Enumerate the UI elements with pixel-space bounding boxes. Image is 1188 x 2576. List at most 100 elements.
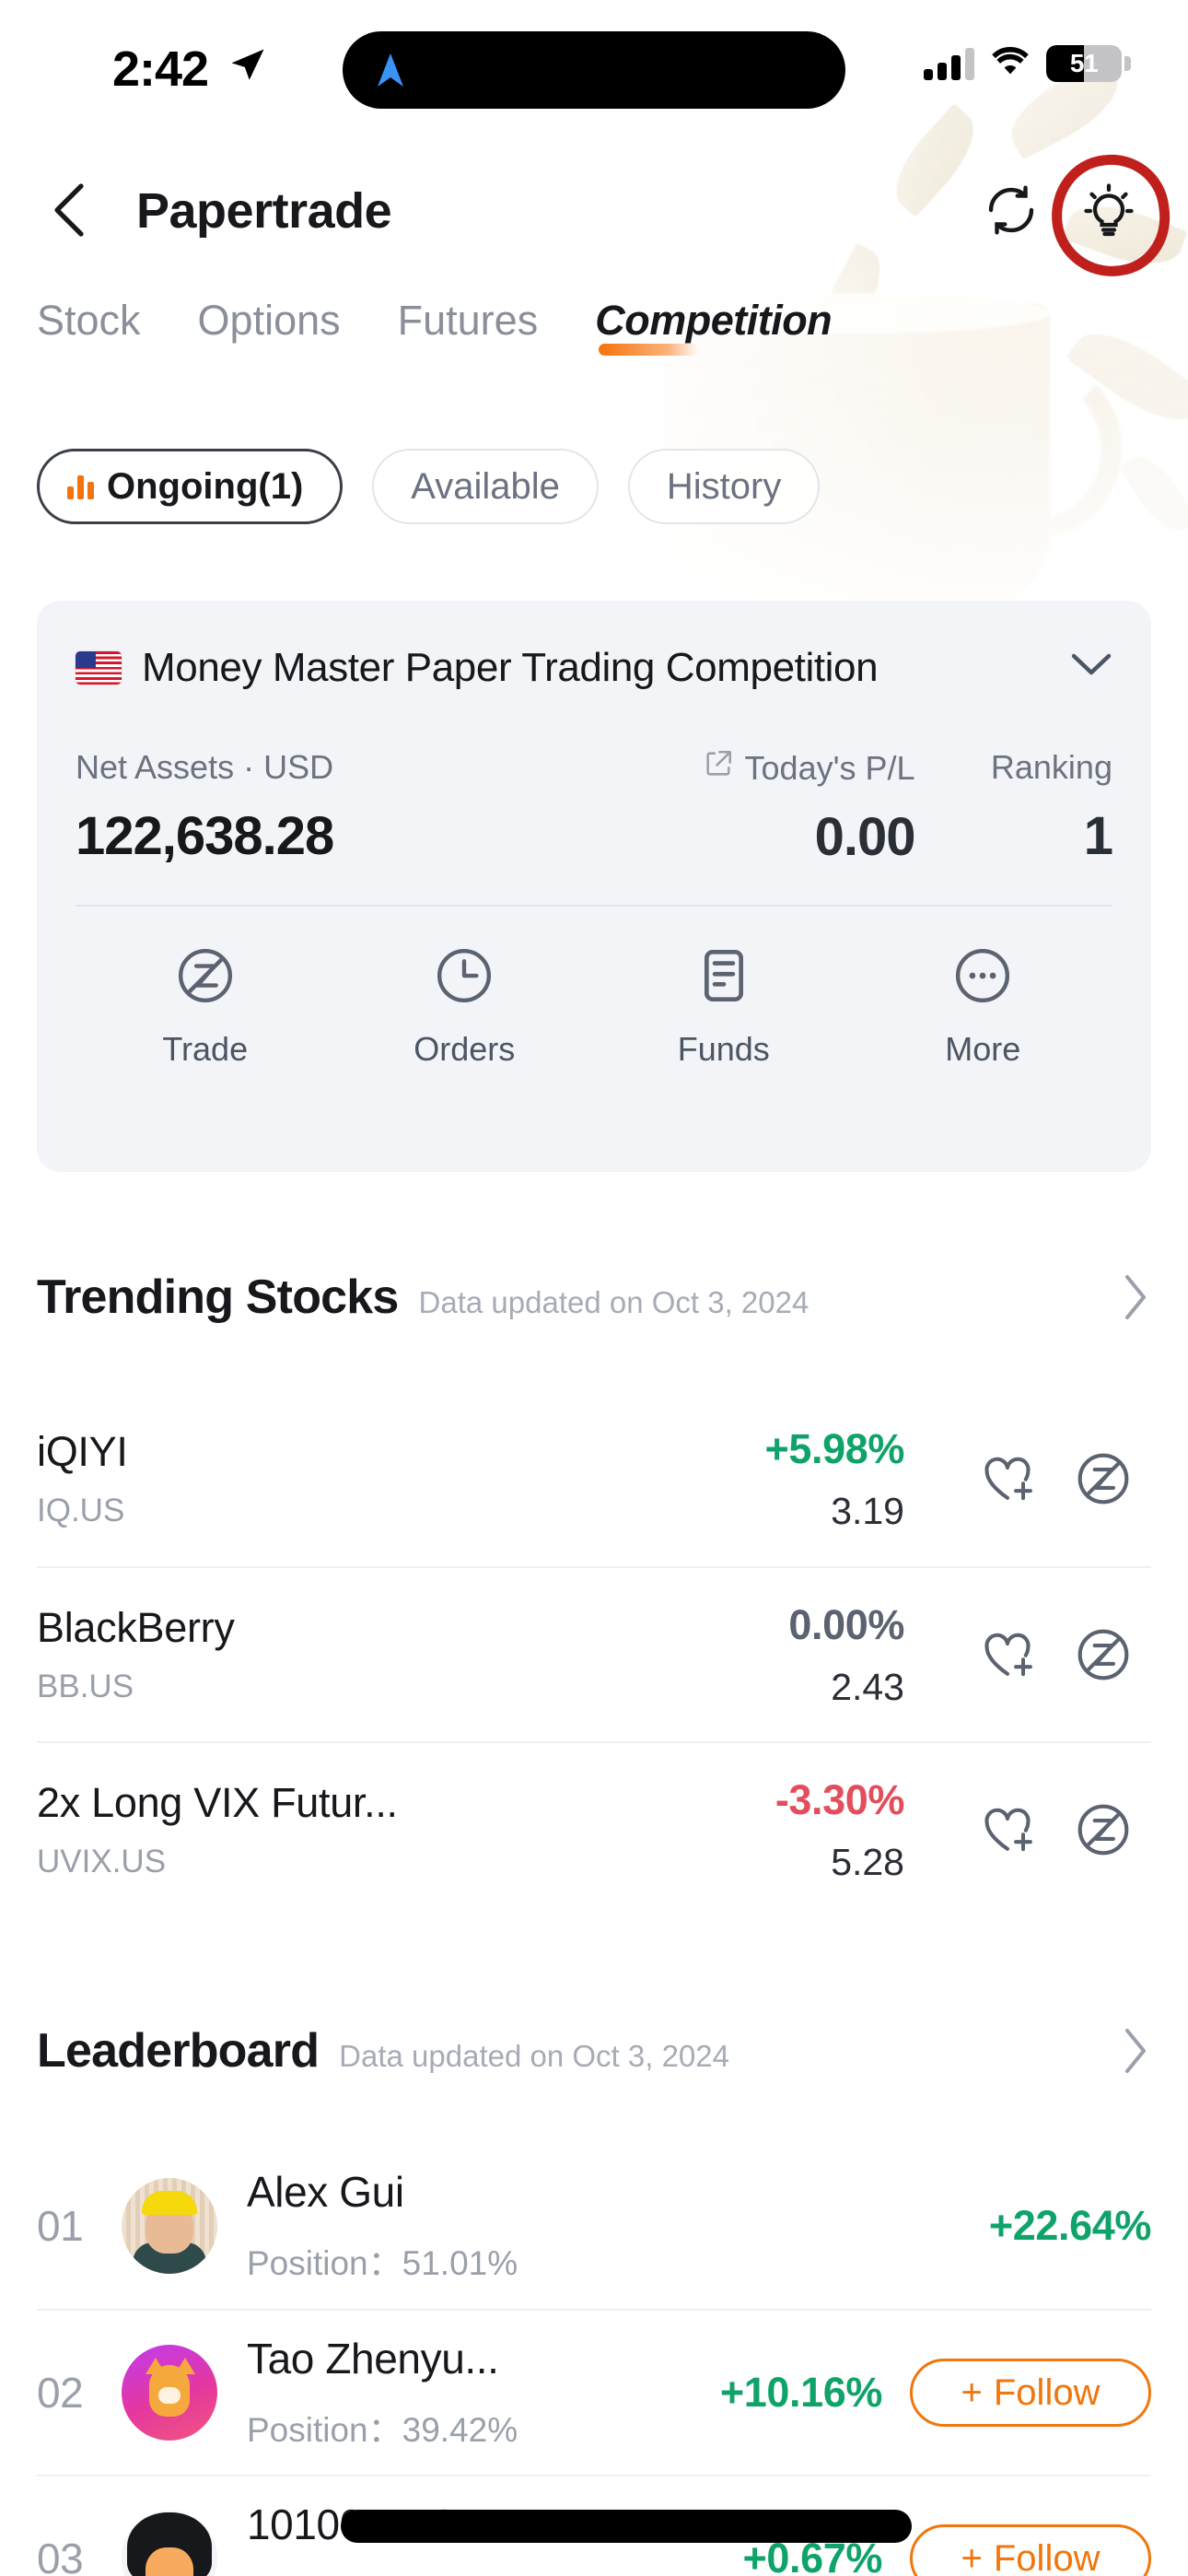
chip-available[interactable]: Available: [372, 449, 599, 524]
lightbulb-icon[interactable]: [1074, 175, 1144, 245]
chip-history-label: History: [666, 465, 782, 507]
list-item[interactable]: 02 Tao Zhenyu... Position：39.42% +10.16%…: [37, 2309, 1151, 2475]
follow-button-label: Follow: [993, 2371, 1101, 2413]
list-item[interactable]: 03 101005170 Position： +0.67% + Follow: [37, 2475, 1151, 2576]
battery-indicator: 51: [1046, 44, 1131, 82]
us-flag-icon: [76, 651, 122, 685]
table-row[interactable]: 2x Long VIX Futur... UVIX.US -3.30% 5.28: [37, 1741, 1151, 1916]
stock-change: -3.30%: [775, 1775, 905, 1823]
leaderboard-section: Leaderboard Data updated on Oct 3, 2024 …: [0, 2023, 1188, 2576]
stock-price: 2.43: [831, 1665, 904, 1708]
status-filter-chips: Ongoing(1) Available History: [37, 449, 821, 524]
status-bar-time: 2:42: [112, 41, 209, 97]
stock-name: 2x Long VIX Futur...: [37, 1779, 398, 1826]
leader-rank: 01: [37, 2202, 84, 2250]
leader-return: +10.16%: [719, 2369, 883, 2416]
chevron-down-icon[interactable]: [1070, 650, 1112, 683]
chip-ongoing[interactable]: Ongoing(1): [37, 449, 344, 524]
cellular-bars-icon: [924, 47, 974, 80]
action-orders[interactable]: Orders: [335, 942, 595, 1069]
action-orders-label: Orders: [413, 1030, 516, 1068]
moomoo-trade-icon: [171, 942, 239, 1010]
action-trade-label: Trade: [162, 1030, 249, 1068]
heart-plus-icon[interactable]: [960, 1624, 1055, 1685]
leader-name: Tao Zhenyu...: [247, 2335, 499, 2383]
follow-button[interactable]: + Follow: [910, 2524, 1151, 2576]
tab-competition-label: Competition: [595, 297, 833, 344]
redaction-bar: [341, 2510, 912, 2543]
status-bar: 2:42 51: [0, 0, 1188, 138]
position-value: 39.42%: [402, 2411, 518, 2449]
navigation-arrow-icon: [368, 48, 413, 97]
avatar: [122, 2178, 217, 2274]
wifi-icon: [989, 44, 1031, 82]
trending-stocks-header[interactable]: Trending Stocks Data updated on Oct 3, 2…: [0, 1270, 1188, 1325]
action-funds[interactable]: Funds: [594, 942, 854, 1069]
tab-futures-label: Futures: [397, 297, 539, 344]
stat-ranking-value: 1: [1083, 806, 1113, 866]
battery-level-label: 51: [1069, 48, 1099, 77]
tab-stock-label: Stock: [37, 297, 141, 344]
leader-rank: 02: [37, 2369, 84, 2417]
card-divider: [76, 905, 1112, 907]
stock-code: UVIX.US: [37, 1844, 167, 1879]
chip-history[interactable]: History: [627, 449, 821, 524]
clock-icon: [430, 942, 498, 1010]
tab-stock[interactable]: Stock: [37, 297, 141, 357]
tab-options[interactable]: Options: [198, 297, 341, 357]
stat-todays-pl-value: 0.00: [814, 807, 916, 867]
leader-position: Position：39.42%: [247, 2402, 720, 2452]
location-arrow-icon: [228, 46, 267, 89]
moomoo-trade-icon[interactable]: [1055, 1448, 1151, 1509]
stock-price: 5.28: [831, 1840, 904, 1883]
plus-icon: +: [961, 2537, 983, 2576]
moomoo-trade-icon[interactable]: [1055, 1799, 1151, 1860]
stock-code: BB.US: [37, 1669, 134, 1704]
chevron-right-icon[interactable]: [1122, 1273, 1149, 1326]
stock-change: +5.98%: [764, 1424, 905, 1472]
page-title: Papertrade: [136, 183, 392, 239]
leaderboard-header[interactable]: Leaderboard Data updated on Oct 3, 2024: [0, 2023, 1188, 2078]
card-action-row: Trade Orders Funds More: [76, 942, 1112, 1069]
trending-stocks-title: Trending Stocks: [37, 1270, 399, 1324]
stock-price: 3.19: [831, 1489, 904, 1532]
share-icon[interactable]: [703, 748, 734, 788]
chip-ongoing-label: Ongoing(1): [107, 465, 304, 507]
stock-change: 0.00%: [788, 1600, 904, 1648]
action-more-label: More: [945, 1030, 1021, 1068]
action-funds-label: Funds: [677, 1030, 770, 1068]
stat-net-assets-label: Net Assets · USD: [76, 748, 334, 786]
tab-competition[interactable]: Competition: [595, 297, 833, 357]
back-button[interactable]: [31, 171, 109, 249]
competition-card[interactable]: Money Master Paper Trading Competition N…: [37, 601, 1151, 1172]
leaderboard-title: Leaderboard: [37, 2024, 320, 2078]
moomoo-trade-icon[interactable]: [1055, 1624, 1151, 1685]
position-label: Position：: [247, 2411, 402, 2449]
leader-name: Alex Gui: [247, 2168, 404, 2216]
stat-net-assets-value: 122,638.28: [76, 806, 334, 866]
heart-plus-icon[interactable]: [960, 1799, 1055, 1860]
list-item[interactable]: 01 Alex Gui Position：51.01% +22.64%: [37, 2143, 1151, 2309]
tab-futures[interactable]: Futures: [398, 297, 539, 357]
leader-return: +22.64%: [988, 2202, 1152, 2249]
ellipsis-icon: [949, 942, 1017, 1010]
app-screen: 2:42 51 Papertrade Stock Options Futures…: [0, 0, 1188, 2576]
competition-card-header[interactable]: Money Master Paper Trading Competition: [76, 645, 1112, 691]
action-trade[interactable]: Trade: [76, 942, 335, 1069]
document-icon: [690, 942, 758, 1010]
stat-todays-pl-label: Today's P/L: [744, 748, 915, 787]
tab-active-underline: [599, 344, 699, 356]
follow-button[interactable]: + Follow: [910, 2359, 1151, 2427]
refresh-history-icon[interactable]: [976, 175, 1046, 245]
heart-plus-icon[interactable]: [960, 1448, 1055, 1509]
action-more[interactable]: More: [854, 942, 1113, 1069]
table-row[interactable]: iQIYI IQ.US +5.98% 3.19: [37, 1391, 1151, 1566]
leader-position: Position：51.01%: [247, 2235, 989, 2285]
position-label: Position：: [247, 2244, 402, 2282]
trending-stocks-section: Trending Stocks Data updated on Oct 3, 2…: [0, 1270, 1188, 1916]
chevron-right-icon[interactable]: [1122, 2027, 1149, 2079]
tab-options-label: Options: [197, 297, 341, 344]
position-value: 51.01%: [402, 2244, 518, 2282]
table-row[interactable]: BlackBerry BB.US 0.00% 2.43: [37, 1566, 1151, 1741]
leader-position: Position：: [247, 2568, 743, 2576]
